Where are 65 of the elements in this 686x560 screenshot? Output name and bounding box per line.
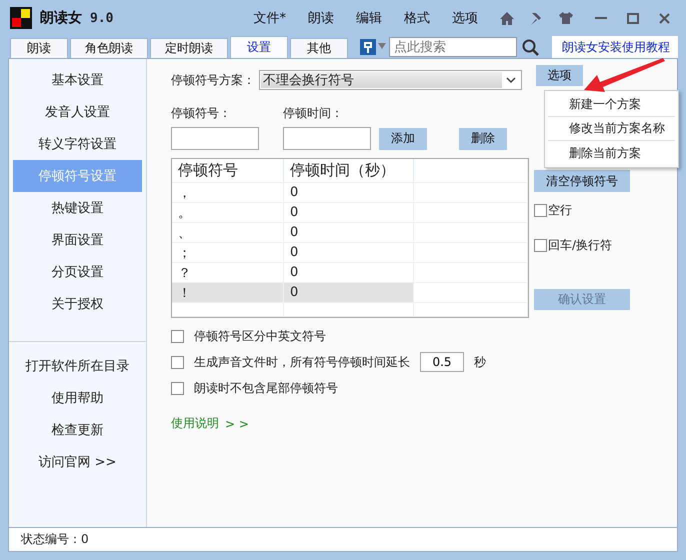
sidebar-item[interactable]: 热键设置 bbox=[13, 192, 142, 224]
scheme-dropdown[interactable]: 不理会换行符号 bbox=[259, 70, 522, 90]
checkbox[interactable] bbox=[534, 204, 547, 217]
menu-item[interactable]: 修改当前方案名称 bbox=[548, 117, 675, 141]
checkbox-label: 朗读时不包含尾部停顿符号 bbox=[194, 380, 338, 396]
add-button[interactable]: 添加 bbox=[379, 128, 427, 150]
time-label: 停顿时间： bbox=[283, 105, 343, 122]
symbol-label: 停顿符号： bbox=[171, 105, 232, 122]
maximize-icon[interactable] bbox=[627, 12, 639, 24]
checkbox[interactable] bbox=[171, 382, 184, 394]
scheme-label: 停顿符号方案： bbox=[171, 72, 255, 88]
symbol-input[interactable] bbox=[171, 127, 259, 150]
menu-item[interactable]: 格式 bbox=[404, 9, 430, 27]
tab[interactable]: 朗读 bbox=[10, 38, 68, 58]
delay-input[interactable]: 0.5 bbox=[420, 352, 464, 372]
menu-item[interactable]: 新建一个方案 bbox=[548, 93, 675, 117]
sidebar-item[interactable]: 发音人设置 bbox=[13, 96, 142, 128]
checkbox-label: 停顿符号区分中英文符号 bbox=[194, 328, 326, 344]
arrows-link[interactable]: > > bbox=[225, 416, 249, 430]
clear-button[interactable]: 清空停顿符号 bbox=[534, 170, 630, 192]
menu-item[interactable]: 删除当前方案 bbox=[548, 141, 675, 165]
tab[interactable]: 定时朗读 bbox=[150, 38, 228, 58]
menu-item[interactable]: 朗读 bbox=[308, 9, 334, 27]
checkbox-label: 生成声音文件时，所有符号停顿时间延长 bbox=[194, 354, 410, 370]
sidebar-item[interactable]: 关于授权 bbox=[13, 288, 142, 320]
column-header: 停顿时间（秒） bbox=[284, 159, 414, 182]
sidebar-item[interactable]: 转义字符设置 bbox=[13, 128, 142, 160]
sidebar-link[interactable]: 打开软件所在目录 bbox=[13, 350, 142, 382]
checkbox-label: 回车/换行符 bbox=[548, 237, 612, 254]
sidebar-item[interactable]: 界面设置 bbox=[13, 224, 142, 256]
pin-icon[interactable] bbox=[530, 12, 543, 24]
sidebar-link[interactable]: 访问官网 >> bbox=[13, 446, 142, 478]
menu-item[interactable]: 编辑 bbox=[356, 9, 382, 27]
sidebar-link[interactable]: 检查更新 bbox=[13, 414, 142, 446]
help-link[interactable]: 使用说明 bbox=[171, 415, 219, 432]
sidebar-link[interactable]: 使用帮助 bbox=[13, 382, 142, 414]
shirt-icon[interactable] bbox=[559, 12, 573, 24]
search-field[interactable]: 点此搜索 bbox=[389, 37, 517, 57]
column-header: 停顿符号 bbox=[172, 159, 284, 182]
checkbox[interactable] bbox=[171, 356, 184, 368]
search-icon[interactable] bbox=[522, 39, 539, 56]
checkbox[interactable] bbox=[171, 330, 184, 342]
version-label: 9.0 bbox=[90, 10, 114, 26]
close-icon[interactable] bbox=[659, 12, 670, 24]
tutorial-link[interactable]: 朗读女安装使用教程 bbox=[552, 36, 678, 58]
options-button[interactable]: 选项 bbox=[536, 64, 583, 86]
checkbox-label: 空行 bbox=[548, 202, 572, 219]
app-logo-icon bbox=[10, 7, 32, 29]
unit-label: 秒 bbox=[474, 354, 486, 370]
time-input[interactable] bbox=[283, 127, 371, 150]
checkbox[interactable] bbox=[534, 239, 547, 252]
home-icon[interactable] bbox=[500, 12, 514, 24]
menu-item[interactable]: 文件* bbox=[254, 9, 286, 27]
tab[interactable]: 角色朗读 bbox=[70, 38, 148, 58]
status-text: 状态编号：0 bbox=[21, 531, 89, 548]
chevron-down-icon bbox=[504, 75, 518, 85]
delete-button[interactable]: 删除 bbox=[459, 128, 507, 150]
app-title: 朗读女 bbox=[40, 9, 82, 27]
menu-item[interactable]: 选项 bbox=[452, 9, 478, 27]
table-cell: 0 bbox=[284, 283, 414, 302]
sidebar-item[interactable]: 分页设置 bbox=[13, 256, 142, 288]
tab[interactable]: 设置 bbox=[230, 36, 288, 58]
sidebar-item[interactable]: 基本设置 bbox=[13, 64, 142, 96]
table-cell: ！ bbox=[172, 283, 284, 302]
tab[interactable]: 其他 bbox=[290, 38, 348, 58]
